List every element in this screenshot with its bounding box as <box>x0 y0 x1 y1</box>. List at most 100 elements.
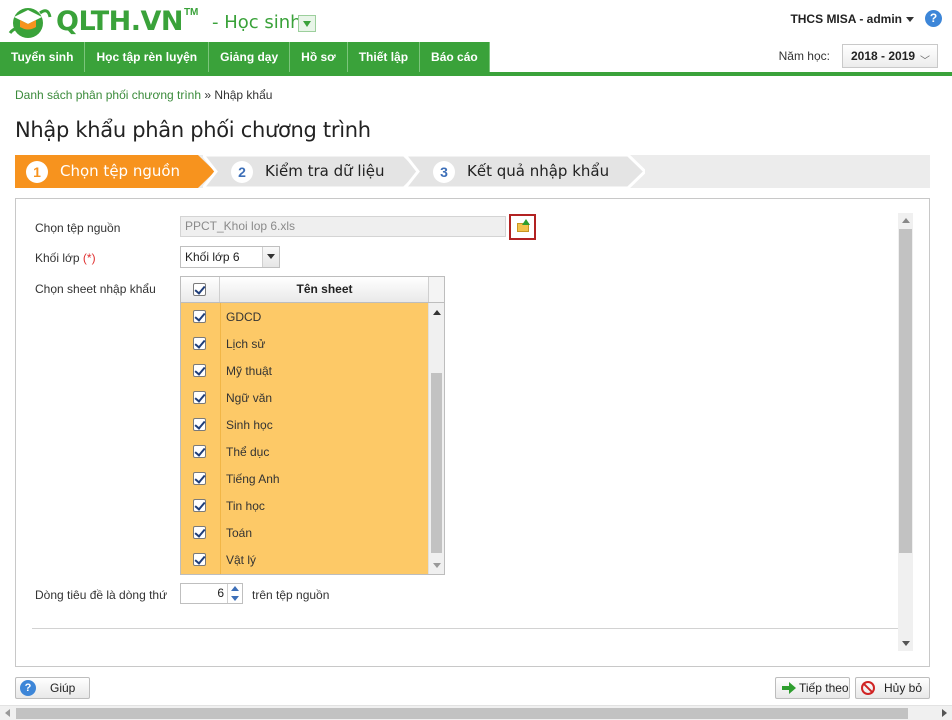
row-checkbox-icon[interactable] <box>193 526 206 539</box>
row-checkbox-icon[interactable] <box>193 418 206 431</box>
wizard-step-2-number: 2 <box>231 161 253 183</box>
wizard-step-1-number: 1 <box>26 161 48 183</box>
sheet-name: Mỹ thuật <box>226 364 273 378</box>
sheet-name: Toán <box>226 526 253 540</box>
brand-name: QLTH.VN <box>56 6 183 37</box>
wizard-step-2[interactable]: 2 Kiểm tra dữ liệu <box>203 155 421 188</box>
row-checkbox-icon[interactable] <box>193 310 206 323</box>
header-row-label: Dòng tiêu đề là dòng thứ <box>35 588 168 602</box>
sheet-name: Thể dục <box>226 445 270 459</box>
required-mark: (*) <box>82 251 96 265</box>
row-checkbox-icon[interactable] <box>193 337 206 350</box>
table-row[interactable]: Tin học <box>181 493 428 520</box>
wizard-steps: 1 Chọn tệp nguồn 2 Kiểm tra dữ liệu 3 Kế… <box>15 155 930 188</box>
sheet-name: Vật lý <box>226 553 257 567</box>
app-header: QLTH.VN TM - Học sinh THCS MISA - admin ? <box>0 0 952 42</box>
stepper-buttons <box>227 584 242 603</box>
browse-file-button[interactable] <box>509 214 536 240</box>
table-row[interactable]: Vật lý <box>181 547 428 574</box>
nav-item-ho-so[interactable]: Hồ sơ <box>290 42 348 72</box>
row-checkbox-icon[interactable] <box>193 472 206 485</box>
stepper-up-icon[interactable] <box>231 586 239 591</box>
scroll-up-icon[interactable] <box>433 310 441 315</box>
breadcrumb-current: Nhập khẩu <box>214 88 273 102</box>
grade-label: Khối lớp (*) <box>35 251 96 265</box>
select-all-cell <box>181 277 220 302</box>
breadcrumb-parent-link[interactable]: Danh sách phân phối chương trình <box>15 88 201 102</box>
help-icon[interactable]: ? <box>925 10 942 27</box>
select-all-checkbox-icon[interactable] <box>193 283 206 296</box>
logo-icon <box>4 3 54 41</box>
breadcrumb-separator: » <box>204 88 212 102</box>
sheet-grid-scrollbar[interactable] <box>428 303 444 574</box>
sheet-select-label: Chọn sheet nhập khẩu <box>35 282 156 296</box>
grade-select[interactable]: Khối lớp 6 <box>180 246 280 268</box>
cancel-icon <box>861 681 875 695</box>
panel-scrollbar[interactable] <box>898 213 913 651</box>
stepper-down-icon[interactable] <box>231 596 239 601</box>
nav-item-giang-day[interactable]: Giảng dạy <box>209 42 291 72</box>
wizard-step-1[interactable]: 1 Chọn tệp nguồn <box>15 155 215 188</box>
user-name: THCS MISA - admin <box>790 12 902 26</box>
module-dropdown-chevron-down-icon[interactable] <box>298 15 316 32</box>
next-button-label: Tiếp theo <box>799 681 849 695</box>
next-button[interactable]: Tiếp theo <box>775 677 850 699</box>
header-row-stepper[interactable]: 6 <box>180 583 243 604</box>
sheet-name: GDCD <box>226 310 262 324</box>
scroll-thumb[interactable] <box>16 708 908 719</box>
table-row[interactable]: Tiếng Anh <box>181 466 428 493</box>
table-row[interactable]: Mỹ thuật <box>181 358 428 385</box>
sheet-name: Tiếng Anh <box>226 472 280 486</box>
table-row[interactable]: Thể dục <box>181 439 428 466</box>
arrow-up-icon <box>522 219 530 225</box>
page-horizontal-scrollbar[interactable] <box>0 705 952 720</box>
wizard-step-3-number: 3 <box>433 161 455 183</box>
wizard-step-3-label: Kết quả nhập khẩu <box>467 162 610 180</box>
chevron-down-icon[interactable] <box>262 247 279 267</box>
wizard-step-3[interactable]: 3 Kết quả nhập khẩu <box>405 155 645 188</box>
scroll-up-icon[interactable] <box>902 218 910 223</box>
sheet-column-header[interactable]: Tên sheet <box>221 277 428 302</box>
row-checkbox-icon[interactable] <box>193 553 206 566</box>
nav-item-thiet-lap[interactable]: Thiết lập <box>347 42 421 72</box>
school-year-label: Năm học: <box>778 49 830 63</box>
table-row[interactable]: Ngữ văn <box>181 385 428 412</box>
import-form-panel: Chọn tệp nguồn PPCT_Khoi lop 6.xls Khối … <box>15 198 930 667</box>
module-name: - Học sinh <box>212 12 302 33</box>
brand-tm: TM <box>183 6 199 18</box>
table-row[interactable]: Lịch sử <box>181 331 428 358</box>
nav-item-tuyen-sinh[interactable]: Tuyển sinh <box>0 42 86 72</box>
row-checkbox-icon[interactable] <box>193 364 206 377</box>
row-checkbox-icon[interactable] <box>193 391 206 404</box>
scroll-thumb[interactable] <box>899 229 912 553</box>
logo[interactable]: QLTH.VN TM <box>4 3 198 41</box>
school-year-select[interactable]: 2018 - 2019 ﹀ <box>842 44 938 68</box>
scroll-thumb[interactable] <box>431 373 442 553</box>
row-checkbox-icon[interactable] <box>193 445 206 458</box>
grade-select-value: Khối lớp 6 <box>185 250 240 264</box>
scroll-down-icon[interactable] <box>902 641 910 646</box>
sheet-grid-header: Tên sheet <box>181 277 444 303</box>
user-menu[interactable]: THCS MISA - admin <box>790 12 914 26</box>
main-navbar: Tuyển sinh Học tập rèn luyện Giảng dạy H… <box>0 42 952 76</box>
table-row[interactable]: Sinh học <box>181 412 428 439</box>
nav-item-hoc-tap-ren-luyen[interactable]: Học tập rèn luyện <box>85 42 210 72</box>
header-row-value[interactable]: 6 <box>217 584 224 603</box>
cancel-button[interactable]: Hủy bỏ <box>855 677 930 699</box>
scroll-down-icon[interactable] <box>433 563 441 568</box>
row-checkbox-icon[interactable] <box>193 499 206 512</box>
chevron-down-icon: ﹀ <box>920 56 930 67</box>
page-title: Nhập khẩu phân phối chương trình <box>15 118 371 142</box>
sheet-name: Lịch sử <box>226 337 266 351</box>
help-button[interactable]: ? Giúp <box>15 677 90 699</box>
table-row[interactable]: GDCD <box>181 304 428 331</box>
table-row[interactable]: Toán <box>181 520 428 547</box>
scroll-right-icon[interactable] <box>942 709 947 717</box>
wizard-step-2-label: Kiểm tra dữ liệu <box>265 162 385 180</box>
scroll-left-icon[interactable] <box>5 709 10 717</box>
nav-item-bao-cao[interactable]: Báo cáo <box>420 42 490 72</box>
source-file-field[interactable]: PPCT_Khoi lop 6.xls <box>180 216 506 237</box>
sheet-grid: Tên sheet GDCD Lịch sử Mỹ thuật Ngữ văn … <box>180 276 445 575</box>
chevron-down-icon <box>906 17 914 23</box>
nav-menu: Tuyển sinh Học tập rèn luyện Giảng dạy H… <box>0 42 490 72</box>
